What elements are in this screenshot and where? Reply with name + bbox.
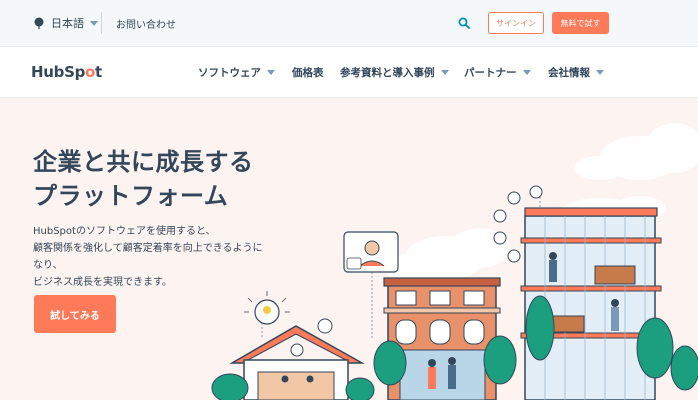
utility-bar: 日本語 お問い合わせ サインイン 無料で試す (0, 0, 698, 47)
chevron-down-icon (440, 70, 449, 75)
signin-button[interactable]: サインイン (488, 12, 544, 34)
headline-line: プラットフォーム (33, 182, 229, 210)
nav-item-resources[interactable]: 参考資料と導入事例 (340, 65, 449, 80)
chevron-down-icon (90, 20, 98, 26)
language-selector[interactable]: 日本語 (33, 15, 98, 31)
nav-item-label: 価格表 (292, 67, 324, 79)
hero-headline: 企業と共に成長する プラットフォーム (33, 145, 254, 213)
nav-item-label: ソフトウェア (198, 67, 261, 79)
main-nav: HubSpot ソフトウェア 価格表 参考資料と導入事例 パートナー 会社情報 (0, 47, 698, 98)
nav-item-label: パートナー (464, 67, 517, 79)
nav-item-partners[interactable]: パートナー (464, 65, 531, 80)
nav-item-company[interactable]: 会社情報 (548, 65, 604, 80)
hubspot-logo[interactable]: HubSpot (31, 63, 102, 81)
nav-item-software[interactable]: ソフトウェア (198, 65, 275, 80)
globe-icon (34, 17, 44, 29)
chevron-down-icon (596, 70, 604, 75)
description-line: 顧客関係を強化して顧客定着率を向上できるように (33, 243, 263, 254)
nav-item-label: 会社情報 (548, 67, 590, 79)
hero-description: HubSpotのソフトウェアを使用すると、 顧客関係を強化して顧客定着率を向上で… (33, 223, 263, 291)
description-line: ビジネス成長を実現できます。 (33, 277, 172, 288)
chevron-down-icon (522, 70, 531, 75)
try-it-button[interactable]: 試してみる (34, 295, 116, 333)
contact-link[interactable]: お問い合わせ (116, 16, 176, 31)
hero-section: 企業と共に成長する プラットフォーム HubSpotのソフトウェアを使用すると、… (0, 98, 698, 400)
search-icon[interactable] (458, 17, 470, 29)
chevron-down-icon (267, 70, 275, 75)
description-line: なり、 (33, 260, 63, 271)
headline-line: 企業と共に成長する (33, 148, 254, 176)
free-trial-button[interactable]: 無料で試す (552, 12, 609, 34)
language-label: 日本語 (51, 17, 84, 30)
divider (101, 12, 102, 34)
description-line: HubSpotのソフトウェアを使用すると、 (33, 226, 216, 237)
nav-item-pricing[interactable]: 価格表 (292, 65, 324, 80)
nav-item-label: 参考資料と導入事例 (340, 67, 435, 79)
